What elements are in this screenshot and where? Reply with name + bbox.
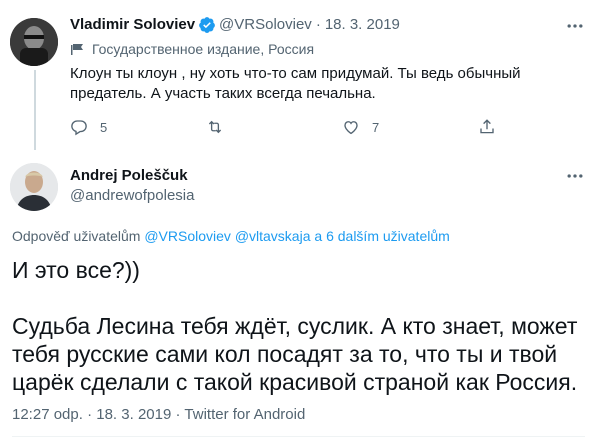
like-button[interactable]: 7: [342, 118, 379, 136]
tweet-paragraph: Судьба Лесина тебя ждёт, суслик. А кто з…: [12, 313, 578, 395]
tweet-date[interactable]: 18. 3. 2019: [325, 15, 400, 35]
more-options-icon[interactable]: [565, 166, 585, 186]
reply-count: 5: [100, 119, 108, 135]
parent-tweet-text: Клоун ты клоун , ну хоть что-то сам прид…: [70, 65, 521, 102]
reply-button[interactable]: 5: [70, 118, 107, 136]
replying-to-line: Odpověď uživatelům @VRSoloviev @vltavska…: [12, 227, 450, 245]
state-media-label[interactable]: Государственное издание, Россия: [70, 40, 314, 58]
tweet-date[interactable]: 18. 3. 2019: [96, 406, 171, 423]
avatar[interactable]: [10, 163, 58, 211]
author-handle[interactable]: @andrewofpolesia: [70, 186, 194, 206]
avatar-photo-icon: [10, 163, 58, 211]
thread-connector-line: [34, 70, 36, 150]
parent-tweet-actions: 5 7: [70, 118, 510, 138]
author-handle[interactable]: @VRSoloviev: [219, 15, 312, 35]
separator-dot: ·: [315, 16, 321, 33]
more-options-icon[interactable]: [565, 16, 585, 36]
like-count: 7: [372, 119, 380, 135]
parent-tweet-header: Vladimir Soloviev @VRSoloviev · 18. 3. 2…: [70, 15, 400, 35]
replying-prefix: Odpověď uživatelům: [12, 228, 141, 244]
separator-dot: ·: [175, 406, 181, 423]
tweet-source[interactable]: Twitter for Android: [184, 406, 305, 423]
state-media-label-text: Государственное издание, Россия: [92, 41, 315, 57]
tweet-paragraph: И это все?)): [12, 257, 140, 283]
replying-user-link[interactable]: @vltavskaja: [235, 228, 311, 244]
avatar-photo-icon: [10, 18, 58, 66]
share-button[interactable]: [478, 118, 496, 136]
flag-icon: [71, 44, 83, 55]
heart-icon: [344, 121, 358, 135]
divider: [12, 436, 585, 437]
author-name[interactable]: Vladimir Soloviev: [70, 15, 195, 35]
author-name[interactable]: Andrej Poleščuk: [70, 166, 188, 186]
share-icon: [480, 119, 494, 134]
replying-more-link[interactable]: a 6 dalším uživatelům: [314, 228, 449, 244]
retweet-icon: [208, 120, 222, 134]
reply-icon: [71, 120, 87, 136]
tweet-metadata: 12:27 odp. · 18. 3. 2019 · Twitter for A…: [12, 405, 305, 425]
avatar[interactable]: [10, 18, 58, 66]
tweet-text: И это все?)) Судьба Лесина тебя ждёт, су…: [12, 256, 587, 396]
verified-badge-icon: [199, 17, 215, 33]
retweet-button[interactable]: [206, 118, 236, 136]
parent-tweet[interactable]: Vladimir Soloviev @VRSoloviev · 18. 3. 2…: [0, 0, 597, 155]
separator-dot: ·: [87, 406, 93, 423]
tweet-time[interactable]: 12:27 odp.: [12, 406, 83, 423]
replying-user-link[interactable]: @VRSoloviev: [144, 228, 231, 244]
